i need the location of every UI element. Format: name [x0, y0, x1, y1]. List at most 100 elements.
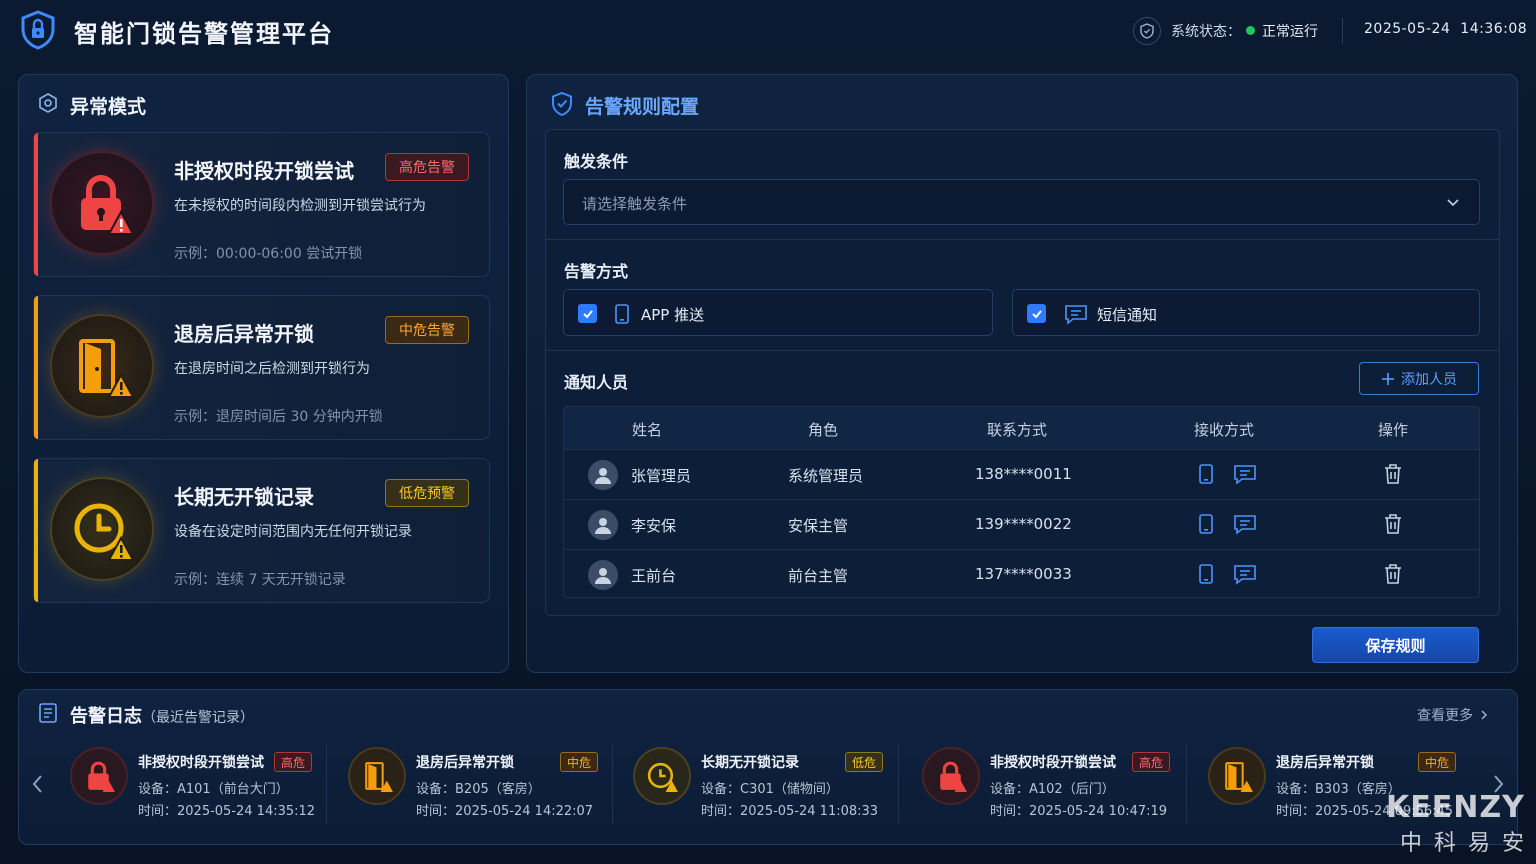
log-level-badge: 低危 — [845, 752, 884, 772]
chevron-down-icon — [1447, 199, 1459, 207]
checkbox-sms[interactable] — [1027, 304, 1046, 323]
trash-icon[interactable] — [1383, 463, 1403, 485]
log-separator — [898, 744, 899, 824]
mobile-phone-icon[interactable] — [1198, 513, 1214, 535]
plus-icon — [1382, 372, 1394, 385]
anomaly-card-no-unlock[interactable]: 长期无开锁记录 低危预警 设备在设定时间范围内无任何开锁记录 示例：连续 7 天… — [33, 458, 490, 603]
add-person-button[interactable]: 添加人员 — [1359, 362, 1479, 395]
door-warning-icon — [50, 314, 154, 418]
door-warning-icon — [348, 747, 406, 805]
log-level-badge: 高危 — [1132, 752, 1171, 772]
card-title: 非授权时段开锁尝试 — [174, 159, 354, 183]
people-label: 通知人员 — [564, 373, 629, 392]
col-contact: 联系方式 — [987, 421, 1048, 439]
header-divider — [1342, 18, 1343, 44]
log-item[interactable]: 长期无开锁记录 低危 设备：C301（储物间） 时间：2025-05-24 11… — [633, 740, 913, 820]
message-icon — [1065, 305, 1087, 325]
current-time: 14:36:08 — [1460, 21, 1528, 37]
method-sms[interactable]: 短信通知 — [1012, 289, 1480, 336]
table-row: 李安保 安保主管 139****0022 — [564, 499, 1479, 549]
severity-badge: 中危告警 — [385, 316, 469, 344]
watermark-cn: 中科易安 — [1400, 831, 1536, 856]
trash-icon[interactable] — [1383, 563, 1403, 585]
col-action: 操作 — [1378, 421, 1409, 439]
log-item[interactable]: 非授权时段开锁尝试 高危 设备：A102（后门） 时间：2025-05-24 1… — [922, 740, 1202, 820]
person-role: 安保主管 — [788, 517, 849, 535]
header: 智能门锁告警管理平台 系统状态： 正常运行 2025-05-24 14:36:0… — [0, 0, 1536, 62]
lock-warning-icon — [922, 747, 980, 805]
watermark-brand: KEENZY — [1386, 790, 1525, 825]
mobile-phone-icon[interactable] — [1198, 463, 1214, 485]
severity-badge: 高危告警 — [385, 153, 469, 181]
watermark-logo: KEENZY 中科易安 — [1386, 790, 1536, 857]
divider — [546, 350, 1499, 351]
person-name: 张管理员 — [631, 467, 692, 485]
avatar-icon — [588, 460, 618, 490]
anomaly-card-unauthorized[interactable]: 非授权时段开锁尝试 高危告警 在未授权的时间段内检测到开锁尝试行为 示例：00:… — [33, 132, 490, 277]
shield-check-icon — [552, 91, 572, 117]
col-receive: 接收方式 — [1194, 421, 1255, 439]
divider — [546, 239, 1499, 240]
method-app-push[interactable]: APP 推送 — [563, 289, 993, 336]
app-title: 智能门锁告警管理平台 — [74, 20, 334, 48]
message-icon[interactable] — [1233, 463, 1257, 485]
log-separator — [1186, 744, 1187, 824]
anomaly-card-checkout[interactable]: 退房后异常开锁 中危告警 在退房时间之后检测到开锁行为 示例：退房时间后 30 … — [33, 295, 490, 440]
table-row: 王前台 前台主管 137****0033 — [564, 549, 1479, 599]
view-more-link[interactable]: 查看更多 — [1417, 705, 1489, 725]
card-accent-bar — [34, 459, 38, 602]
log-item-title: 长期无开锁记录 — [701, 755, 799, 771]
save-rules-button[interactable]: 保存规则 — [1312, 627, 1479, 663]
clock-warning-icon — [633, 747, 691, 805]
table-header: 姓名 角色 联系方式 接收方式 操作 — [564, 407, 1479, 449]
table-row: 张管理员 系统管理员 138****0011 — [564, 449, 1479, 499]
log-item-device: 设备：A102（后门） — [990, 782, 1115, 797]
card-example: 示例：00:00-06:00 尝试开锁 — [174, 246, 363, 262]
log-item-device: 设备：B303（客房） — [1276, 782, 1401, 797]
log-item-time: 时间：2025-05-24 10:47:19 — [990, 804, 1168, 819]
checkbox-app-push[interactable] — [578, 304, 597, 323]
person-role: 前台主管 — [788, 567, 849, 585]
card-accent-bar — [34, 133, 38, 276]
settings-scan-icon — [39, 93, 57, 113]
log-subtitle: （最近告警记录） — [142, 710, 254, 726]
door-warning-icon — [1208, 747, 1266, 805]
lock-warning-icon — [70, 747, 128, 805]
chevron-left-icon[interactable] — [31, 773, 45, 795]
severity-badge: 低危预警 — [385, 479, 469, 507]
card-accent-bar — [34, 296, 38, 439]
avatar-icon — [588, 560, 618, 590]
message-icon[interactable] — [1233, 513, 1257, 535]
trigger-select[interactable]: 请选择触发条件 — [563, 179, 1480, 225]
person-contact: 138****0011 — [975, 465, 1072, 483]
person-name: 李安保 — [631, 517, 677, 535]
current-datetime: 2025-05-24 14:36:08 — [1364, 21, 1527, 37]
view-more-label: 查看更多 — [1417, 708, 1473, 724]
method-label-sms: 短信通知 — [1097, 306, 1158, 324]
trigger-placeholder: 请选择触发条件 — [582, 195, 688, 213]
system-status-value: 正常运行 — [1262, 24, 1318, 40]
log-item-time: 时间：2025-05-24 11:08:33 — [701, 804, 879, 819]
col-role: 角色 — [808, 421, 839, 439]
method-label-app: APP 推送 — [641, 306, 705, 324]
chevron-right-icon — [1481, 710, 1488, 720]
log-level-badge: 中危 — [560, 752, 599, 772]
shield-check-icon — [1133, 17, 1161, 45]
person-role: 系统管理员 — [788, 467, 864, 485]
lock-warning-icon — [50, 151, 154, 255]
person-name: 王前台 — [631, 567, 677, 585]
mobile-phone-icon[interactable] — [1198, 563, 1214, 585]
log-item-device: 设备：A101（前台大门） — [138, 782, 289, 797]
log-item-title: 非授权时段开锁尝试 — [138, 755, 264, 771]
log-title: 告警日志（最近告警记录） — [70, 702, 254, 728]
log-item[interactable]: 退房后异常开锁 中危 设备：B205（客房） 时间：2025-05-24 14:… — [348, 740, 628, 820]
message-icon[interactable] — [1233, 563, 1257, 585]
person-contact: 137****0033 — [975, 565, 1072, 583]
log-list-icon — [39, 703, 57, 723]
log-separator — [612, 744, 613, 824]
system-status-label: 系统状态： — [1171, 24, 1241, 40]
log-level-badge: 中危 — [1418, 752, 1457, 772]
card-example: 示例：退房时间后 30 分钟内开锁 — [174, 409, 383, 425]
trash-icon[interactable] — [1383, 513, 1403, 535]
log-item[interactable]: 非授权时段开锁尝试 高危 设备：A101（前台大门） 时间：2025-05-24… — [70, 740, 350, 820]
